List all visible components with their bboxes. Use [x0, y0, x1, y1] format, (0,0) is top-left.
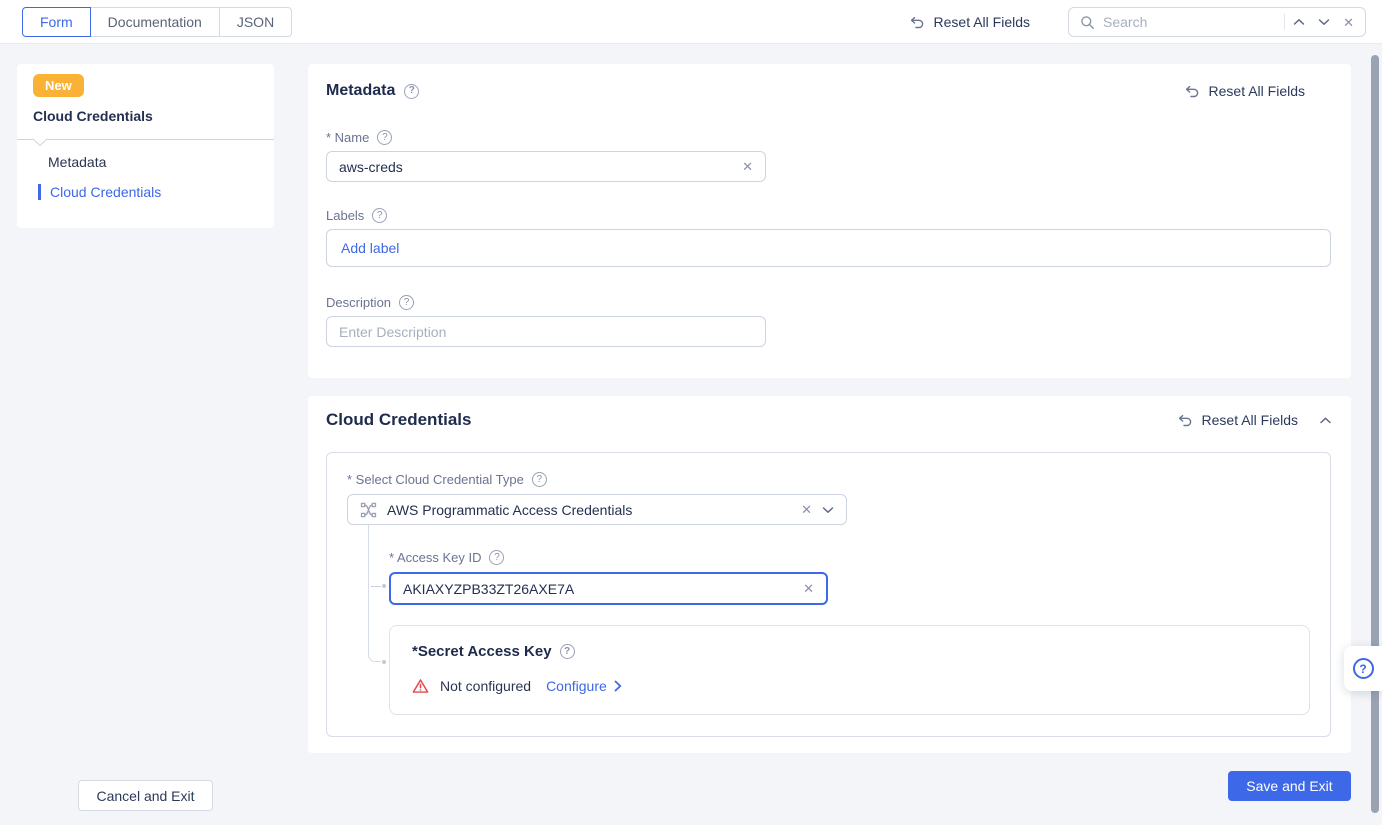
tree-connector-line [368, 525, 369, 656]
secret-key-title: *Secret Access Key ? [412, 643, 575, 660]
access-key-label-text: * Access Key ID [389, 550, 481, 565]
undo-icon [1184, 83, 1200, 99]
clear-name-icon[interactable]: ✕ [742, 160, 753, 173]
help-icon[interactable]: ? [372, 208, 387, 223]
reset-label: Reset All Fields [1202, 412, 1298, 428]
vertical-scrollbar[interactable] [1371, 55, 1379, 813]
description-input[interactable] [339, 324, 753, 340]
chevron-right-icon [614, 680, 622, 692]
search-icon [1080, 15, 1095, 30]
credential-type-container: * Select Cloud Credential Type ? AWS Pro… [326, 452, 1331, 737]
help-icon[interactable]: ? [377, 130, 392, 145]
search-controls: ✕ [1293, 16, 1354, 29]
metadata-title-text: Metadata [326, 82, 395, 100]
metadata-reset-all-button[interactable]: Reset All Fields [1184, 83, 1305, 99]
access-key-label: * Access Key ID ? [389, 550, 504, 565]
clear-type-icon[interactable]: ✕ [801, 503, 812, 516]
search-divider [1284, 14, 1285, 30]
tree-connector-dot [382, 660, 386, 664]
access-key-value: AKIAXYZPB33ZT26AXE7A [403, 581, 793, 597]
tab-documentation[interactable]: Documentation [90, 7, 220, 37]
help-button[interactable]: ? [1344, 646, 1382, 691]
chevron-down-icon[interactable] [1318, 18, 1330, 26]
divider-notch-icon [33, 139, 47, 147]
description-label-text: Description [326, 295, 391, 310]
undo-icon [909, 14, 925, 30]
labels-field-label: Labels ? [326, 208, 387, 223]
secret-key-status-text: Not configured [440, 678, 531, 694]
toolbar-right: Reset All Fields ✕ [909, 0, 1366, 44]
help-icon: ? [1353, 658, 1374, 679]
name-input[interactable]: aws-creds ✕ [326, 151, 766, 182]
cloud-credentials-title-text: Cloud Credentials [326, 410, 471, 430]
reset-all-fields-label: Reset All Fields [934, 14, 1030, 30]
configure-link-text: Configure [546, 678, 607, 694]
access-key-input[interactable]: AKIAXYZPB33ZT26AXE7A ✕ [389, 572, 828, 605]
add-label-link[interactable]: Add label [341, 240, 399, 256]
sidebar-item-cloud-credentials[interactable]: Cloud Credentials [38, 184, 161, 200]
metadata-section: Metadata ? Reset All Fields * Name ? aws… [308, 64, 1351, 378]
new-badge: New [33, 74, 84, 97]
cloud-credentials-reset-all-button[interactable]: Reset All Fields [1177, 412, 1298, 428]
chevron-up-icon[interactable] [1293, 18, 1305, 26]
search-input[interactable] [1103, 14, 1276, 30]
undo-icon [1177, 412, 1193, 428]
page: Form Documentation JSON Reset All Fields [0, 0, 1382, 825]
secret-key-title-text: *Secret Access Key [412, 643, 552, 660]
description-input-wrap [326, 316, 766, 347]
sidebar: New Cloud Credentials Metadata Cloud Cre… [17, 64, 274, 228]
sidebar-divider [17, 139, 274, 140]
clear-access-key-icon[interactable]: ✕ [803, 582, 814, 595]
credential-type-label-text: * Select Cloud Credential Type [347, 472, 524, 487]
warning-icon [412, 678, 429, 694]
tree-connector-dot [382, 584, 386, 588]
view-tab-group: Form Documentation JSON [22, 7, 292, 37]
reset-label: Reset All Fields [1209, 83, 1305, 99]
secret-key-status-row: Not configured Configure [412, 678, 622, 694]
tab-form[interactable]: Form [22, 7, 91, 37]
name-field-label: * Name ? [326, 130, 392, 145]
help-icon[interactable]: ? [489, 550, 504, 565]
cloud-credentials-section: Cloud Credentials Reset All Fields * Sel… [308, 396, 1351, 753]
credential-type-select[interactable]: AWS Programmatic Access Credentials ✕ [347, 494, 847, 525]
close-search-icon[interactable]: ✕ [1343, 16, 1354, 29]
credential-type-label: * Select Cloud Credential Type ? [347, 472, 547, 487]
tree-connector-elbow [368, 649, 381, 662]
help-icon[interactable]: ? [404, 84, 419, 99]
top-toolbar: Form Documentation JSON Reset All Fields [0, 0, 1382, 44]
reset-all-fields-button[interactable]: Reset All Fields [909, 14, 1030, 30]
collapse-section-icon[interactable] [1320, 417, 1331, 424]
labels-container: Add label [326, 229, 1331, 267]
chevron-down-icon[interactable] [822, 506, 834, 514]
metadata-section-title: Metadata ? [326, 82, 419, 100]
sidebar-item-metadata[interactable]: Metadata [48, 154, 106, 170]
description-field-label: Description ? [326, 295, 414, 310]
secret-access-key-card: *Secret Access Key ? Not configured Conf… [389, 625, 1310, 715]
configure-link[interactable]: Configure [546, 678, 622, 694]
name-value: aws-creds [339, 159, 732, 175]
search-box: ✕ [1068, 7, 1366, 37]
labels-label-text: Labels [326, 208, 364, 223]
tree-connector-branch [371, 586, 381, 587]
help-icon[interactable]: ? [399, 295, 414, 310]
cancel-and-exit-button[interactable]: Cancel and Exit [78, 780, 213, 811]
sidebar-title: Cloud Credentials [33, 108, 153, 124]
cloud-credentials-section-title: Cloud Credentials [326, 410, 471, 430]
connection-icon [360, 502, 377, 518]
help-icon[interactable]: ? [532, 472, 547, 487]
tab-json[interactable]: JSON [219, 7, 292, 37]
save-and-exit-button[interactable]: Save and Exit [1228, 771, 1351, 801]
help-icon[interactable]: ? [560, 644, 575, 659]
credential-type-value: AWS Programmatic Access Credentials [387, 502, 791, 518]
name-label-text: * Name [326, 130, 369, 145]
